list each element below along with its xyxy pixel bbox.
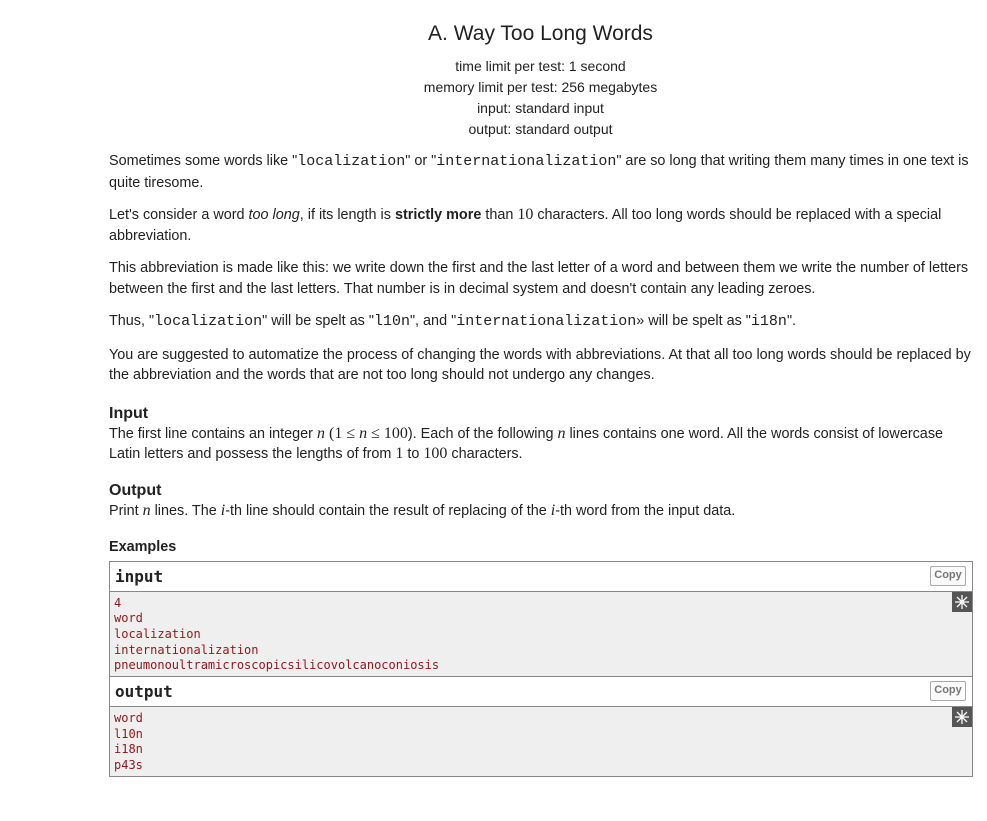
input-section-text: The first line contains an integer n (1 … bbox=[109, 424, 944, 463]
problem-limits: time limit per test: 1 second memory lim… bbox=[0, 56, 987, 140]
example-input-box: input Copy 4 word localization internati… bbox=[109, 560, 973, 678]
input-type: input: standard input bbox=[477, 100, 604, 116]
example-output-content: word l10n i18n p43s bbox=[110, 707, 972, 776]
statement-paragraph-4: Thus, "localization" will be spelt as "l… bbox=[109, 313, 797, 330]
examples-title: Examples bbox=[109, 539, 177, 555]
example-output-line: i18n bbox=[114, 742, 143, 757]
example-output-line: word bbox=[114, 711, 143, 726]
input-section-title: Input bbox=[109, 404, 149, 422]
problem-statement: Sometimes some words like "localization"… bbox=[109, 151, 975, 777]
example-input-content: 4 word localization internationalization… bbox=[110, 591, 972, 677]
time-limit: time limit per test: 1 second bbox=[455, 58, 626, 74]
statement-paragraph-1: Sometimes some words like "localization"… bbox=[109, 153, 969, 191]
output-section-text: Print n lines. The i-th line should cont… bbox=[109, 501, 736, 519]
example-input-line: localization bbox=[114, 626, 201, 641]
example-input-line: word bbox=[114, 611, 143, 626]
example-input-line: 4 bbox=[114, 595, 122, 610]
example-output-header: output Copy bbox=[110, 677, 972, 708]
example-input-line: pneumonoultramicroscopicsilicovolcanocon… bbox=[114, 658, 440, 673]
problem-page: A. Way Too Long Words time limit per tes… bbox=[0, 0, 987, 821]
example-output-box: output Copy word l10n i18n p43s bbox=[109, 677, 973, 777]
problem-title: A. Way Too Long Words bbox=[428, 22, 653, 45]
output-type: output: standard output bbox=[468, 121, 613, 137]
copy-input-button[interactable]: Copy bbox=[930, 565, 966, 586]
statement-paragraph-5: You are suggested to automatize the proc… bbox=[109, 346, 971, 384]
example-output-line: p43s bbox=[114, 758, 143, 773]
example-output-line: l10n bbox=[114, 726, 143, 741]
example-input-header: input Copy bbox=[110, 561, 972, 592]
statement-paragraph-2: Let's consider a word too long, if its l… bbox=[109, 206, 942, 244]
example-input-label: input bbox=[115, 566, 164, 586]
statement-paragraph-3: This abbreviation is made like this: we … bbox=[109, 260, 969, 297]
copy-output-button[interactable]: Copy bbox=[930, 681, 966, 702]
test-case-icon[interactable] bbox=[952, 707, 972, 728]
test-case-icon[interactable] bbox=[952, 591, 972, 612]
example-input-line: internationalization bbox=[114, 642, 259, 657]
memory-limit: memory limit per test: 256 megabytes bbox=[423, 79, 658, 95]
example-output-label: output bbox=[115, 682, 173, 702]
output-section-title: Output bbox=[109, 481, 162, 499]
